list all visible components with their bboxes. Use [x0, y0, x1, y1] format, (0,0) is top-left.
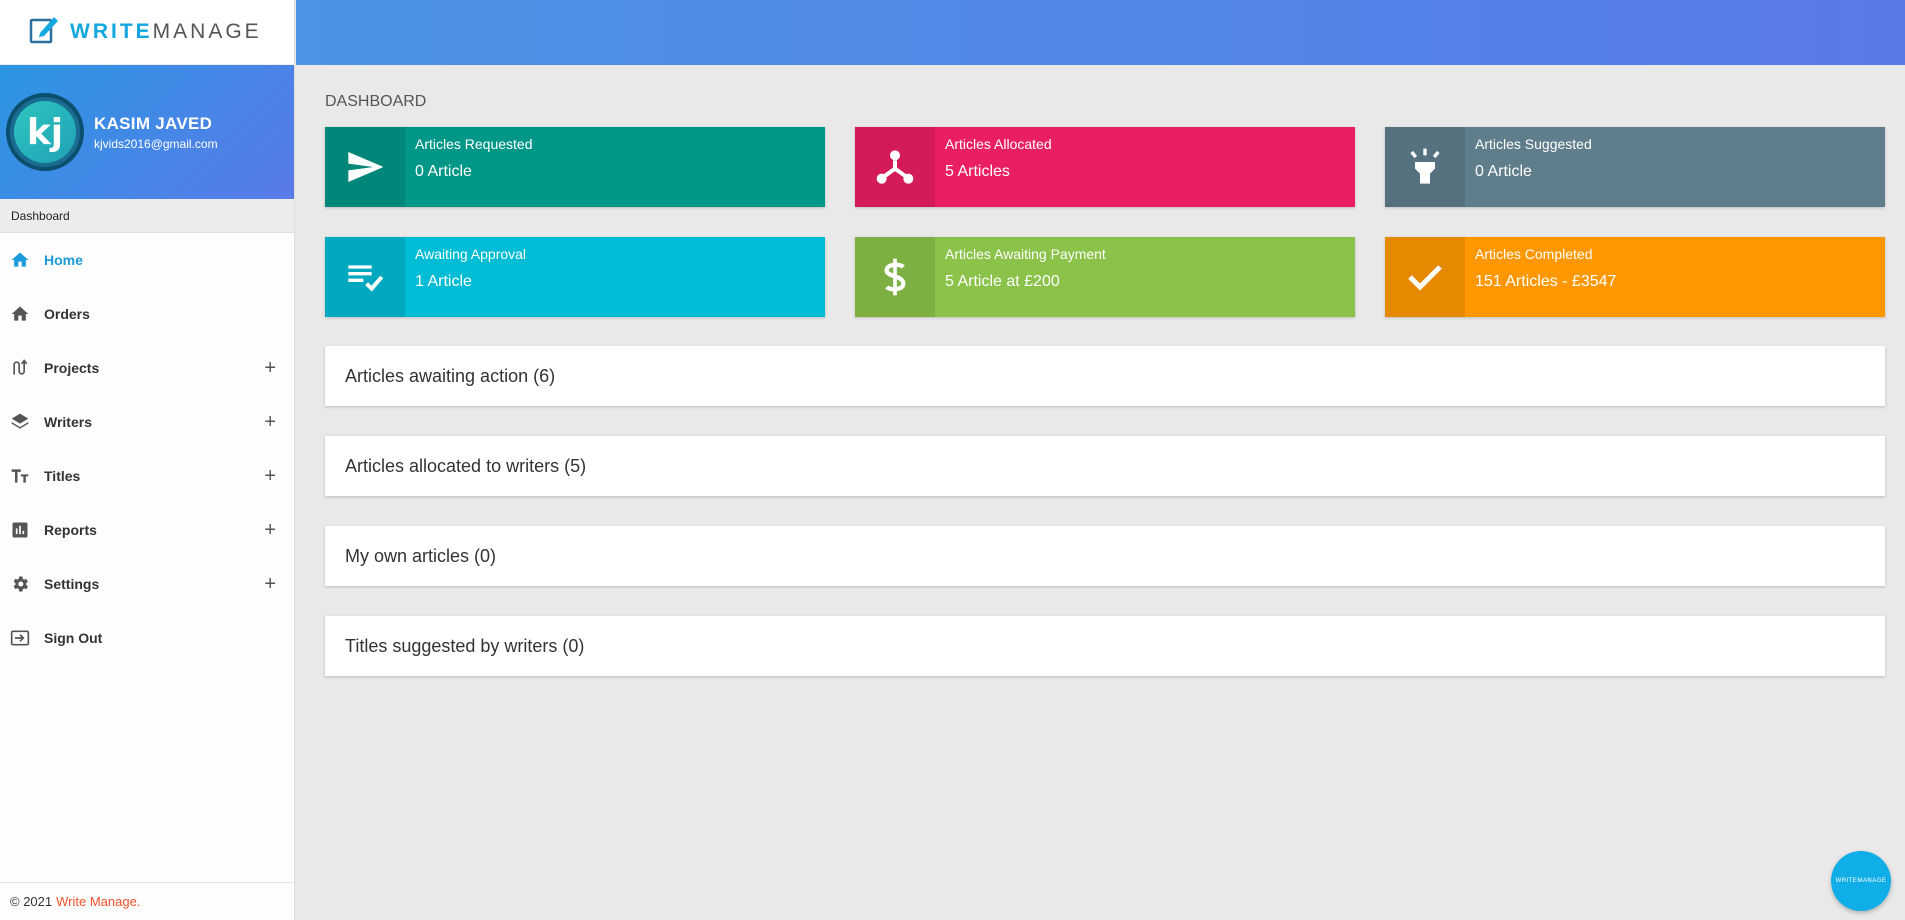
- panel-my-own-articles[interactable]: My own articles (0): [325, 526, 1885, 586]
- avatar-initials: kj: [14, 101, 76, 163]
- footer-brand-link[interactable]: Write Manage.: [56, 894, 140, 909]
- bar-chart-icon: [9, 519, 31, 541]
- main-content: DASHBOARD Articles Requested 0 Article A…: [325, 93, 1885, 676]
- expand-icon[interactable]: +: [264, 519, 276, 542]
- sidebar-item-reports[interactable]: Reports +: [0, 503, 294, 557]
- card-title: Articles Allocated: [945, 136, 1052, 152]
- logo[interactable]: WRITEMANAGE: [0, 0, 294, 65]
- sidebar-item-writers[interactable]: Writers +: [0, 395, 294, 449]
- logo-text: WRITEMANAGE: [70, 20, 262, 43]
- playlist-check-icon: [325, 237, 405, 317]
- expand-icon[interactable]: +: [264, 357, 276, 380]
- card-value: 151 Articles - £3547: [1475, 273, 1617, 290]
- footer-copyright: © 2021 Write Manage.: [0, 882, 294, 920]
- check-icon: [1385, 237, 1465, 317]
- card-value: 5 Article at £200: [945, 273, 1060, 290]
- panel-articles-awaiting-action[interactable]: Articles awaiting action (6): [325, 346, 1885, 406]
- expand-icon[interactable]: +: [264, 465, 276, 488]
- user-name: KASIM JAVED: [94, 113, 213, 133]
- page-title: DASHBOARD: [325, 93, 427, 110]
- card-title: Articles Awaiting Payment: [945, 246, 1106, 262]
- sidebar-item-projects[interactable]: Projects +: [0, 341, 294, 395]
- card-awaiting-approval[interactable]: Awaiting Approval 1 Article: [325, 237, 825, 317]
- sidebar-item-home[interactable]: Home: [0, 233, 294, 287]
- card-awaiting-payment[interactable]: Articles Awaiting Payment 5 Article at £…: [855, 237, 1355, 317]
- floating-logo-button[interactable]: WRITEMANAGE: [1831, 851, 1891, 911]
- panel-articles-allocated-to-writers[interactable]: Articles allocated to writers (5): [325, 436, 1885, 496]
- card-articles-allocated[interactable]: Articles Allocated 5 Articles: [855, 127, 1355, 207]
- home-icon: [9, 303, 31, 325]
- card-value: 0 Article: [1475, 163, 1532, 180]
- fork-icon: [855, 127, 935, 207]
- sidebar-section-label: Dashboard: [0, 199, 294, 233]
- sidebar-item-sign-out[interactable]: Sign Out: [0, 611, 294, 665]
- layers-icon: [9, 411, 31, 433]
- send-icon: [325, 127, 405, 207]
- card-value: 0 Article: [415, 163, 472, 180]
- gear-icon: [9, 573, 31, 595]
- card-articles-requested[interactable]: Articles Requested 0 Article: [325, 127, 825, 207]
- expand-icon[interactable]: +: [264, 573, 276, 596]
- sign-in-icon: [9, 627, 31, 649]
- card-value: 5 Articles: [945, 163, 1010, 180]
- card-articles-completed[interactable]: Articles Completed 151 Articles - £3547: [1385, 237, 1885, 317]
- sidebar-menu: Home Orders Projects + Writers + Titles …: [0, 233, 294, 665]
- user-email: kjvids2016@gmail.com: [94, 136, 218, 151]
- expand-icon[interactable]: +: [264, 411, 276, 434]
- panel-titles-suggested-by-writers[interactable]: Titles suggested by writers (0): [325, 616, 1885, 676]
- home-icon: [9, 249, 31, 271]
- lightbulb-icon: [1385, 127, 1465, 207]
- card-title: Articles Requested: [415, 136, 533, 152]
- pencil-square-icon: [28, 14, 60, 51]
- avatar[interactable]: kj: [6, 93, 84, 171]
- top-bar: [296, 0, 1905, 65]
- sidebar-item-settings[interactable]: Settings +: [0, 557, 294, 611]
- card-title: Articles Completed: [1475, 246, 1593, 262]
- sidebar-item-titles[interactable]: Titles +: [0, 449, 294, 503]
- text-size-icon: [9, 465, 31, 487]
- card-articles-suggested[interactable]: Articles Suggested 0 Article: [1385, 127, 1885, 207]
- card-title: Articles Suggested: [1475, 136, 1592, 152]
- sidebar-item-orders[interactable]: Orders: [0, 287, 294, 341]
- route-icon: [9, 357, 31, 379]
- dollar-icon: [855, 237, 935, 317]
- card-title: Awaiting Approval: [415, 246, 527, 262]
- sidebar: WRITEMANAGE kj KASIM JAVED kjvids2016@gm…: [0, 0, 295, 920]
- user-profile: kj KASIM JAVED kjvids2016@gmail.com: [0, 65, 294, 199]
- card-value: 1 Article: [415, 273, 472, 290]
